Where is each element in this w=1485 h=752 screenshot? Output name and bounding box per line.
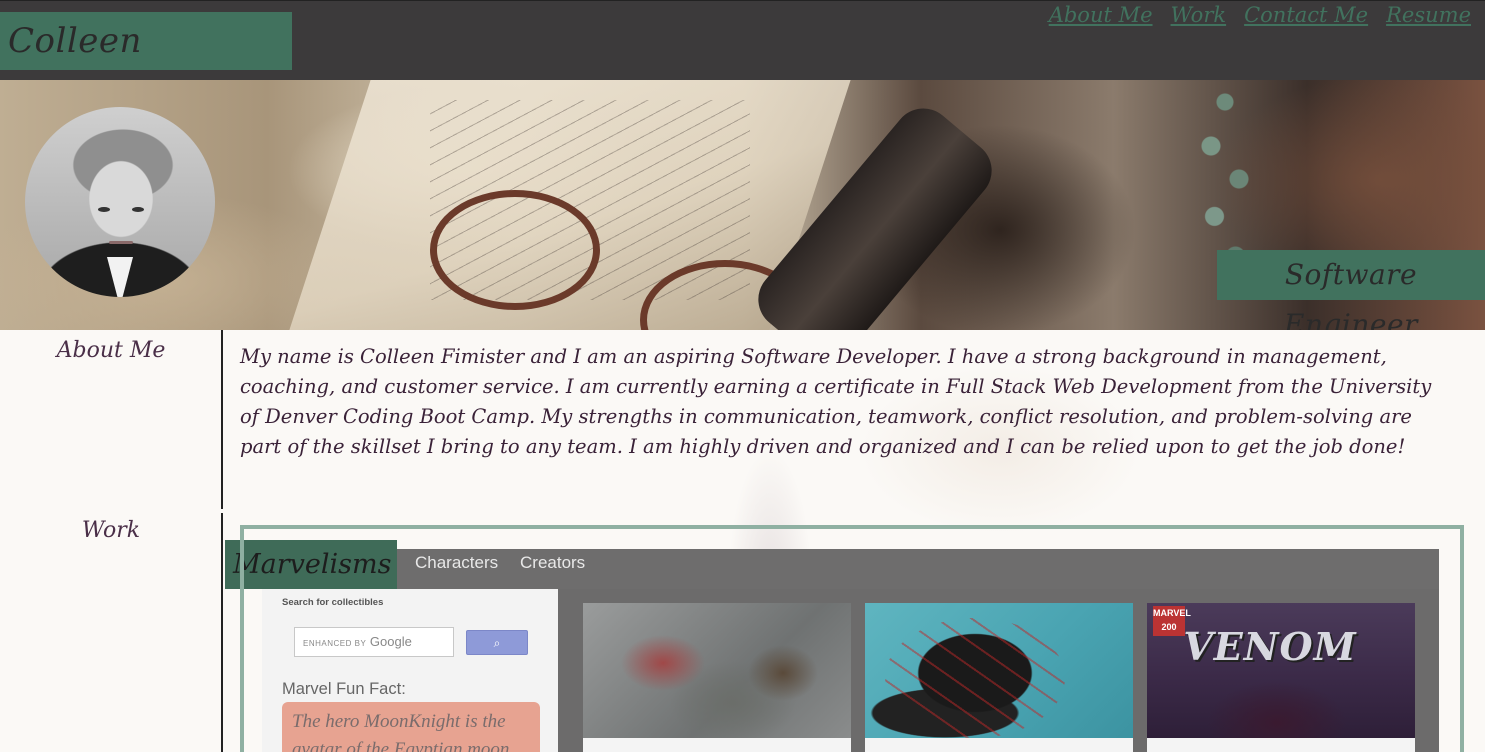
avatar-shirt [107, 257, 133, 297]
avatar [25, 107, 215, 297]
avatar-mouth [109, 241, 133, 244]
hero-banner: Software Engineer [0, 80, 1485, 330]
work-section-label: Work [81, 518, 141, 543]
nav-link-contact[interactable]: Contact Me [1244, 3, 1368, 27]
section-divider-gap [221, 509, 223, 513]
avatar-eye-right [132, 207, 144, 212]
top-nav: About Me Work Contact Me Resume [1049, 3, 1471, 27]
avatar-eye-left [98, 207, 110, 212]
site-brand[interactable]: Colleen Fimister [0, 12, 292, 119]
top-bar: Colleen Fimister About Me Work Contact M… [0, 0, 1485, 119]
about-section-label: About Me [56, 338, 166, 363]
about-paragraph: My name is Colleen Fimister and I am an … [240, 345, 1432, 458]
hero-glasses-left [430, 190, 600, 310]
nav-link-resume[interactable]: Resume [1386, 3, 1471, 27]
project-preview-frame[interactable] [240, 525, 1464, 752]
nav-link-work[interactable]: Work [1171, 3, 1227, 27]
role-badge: Software Engineer [1217, 250, 1485, 330]
nav-link-about[interactable]: About Me [1049, 3, 1153, 27]
